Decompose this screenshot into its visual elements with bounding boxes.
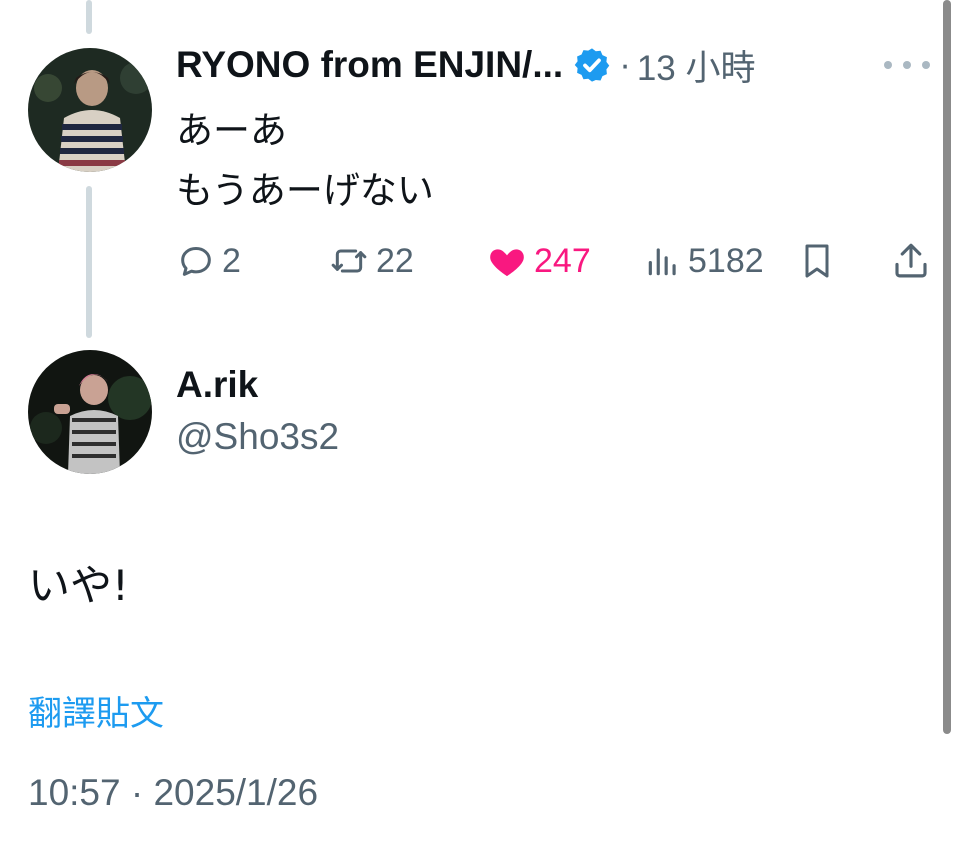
parent-tweet-line-2: もうあーげない [176,169,434,212]
reply-bubble-icon [181,247,211,276]
view-count: 5182 [688,241,764,280]
like-button[interactable]: 247 [486,236,591,286]
reply-timestamp[interactable]: 10:57 · 2025/1/26 [28,772,318,814]
repost-count: 22 [376,241,414,280]
reply-count: 2 [222,241,241,280]
parent-tweet-line-1: あーあ [176,109,287,152]
bookmark-button[interactable] [794,238,840,284]
like-count: 247 [534,241,591,280]
scrollbar[interactable] [943,0,951,734]
bookmark-icon [805,244,829,278]
parent-tweet-time[interactable]: 13 小時 [637,40,756,91]
reply-author-name[interactable]: A.rik [176,364,258,406]
views-bar-chart-icon [648,248,676,276]
repost-icon [331,249,367,273]
parent-author-name[interactable]: RYONO from ENJIN/... [176,44,563,86]
reply-author-handle[interactable]: @Sho3s2 [176,416,339,458]
parent-author-row: RYONO from ENJIN/... · 13 小時 [176,40,756,90]
share-upload-icon [895,243,927,278]
more-options-button[interactable] [884,50,930,80]
verified-badge-icon [574,48,610,82]
reply-tweet-text: いや! [28,561,129,610]
thread-connector-top [86,0,92,34]
thread-connector-bottom [86,186,92,338]
views-button[interactable]: 5182 [644,236,764,286]
more-dots-icon [884,61,892,69]
share-button[interactable] [888,238,934,284]
reply-author-avatar[interactable] [28,350,152,474]
reply-button[interactable]: 2 [176,236,241,286]
tweet-detail-page: RYONO from ENJIN/... · 13 小時 あーあ もうあーげない… [0,0,960,842]
repost-button[interactable]: 22 [328,236,414,286]
translate-post-link[interactable]: 翻譯貼文 [28,686,164,735]
parent-author-avatar[interactable] [28,48,152,172]
meta-separator: · [619,45,631,84]
heart-filled-icon [490,249,524,276]
